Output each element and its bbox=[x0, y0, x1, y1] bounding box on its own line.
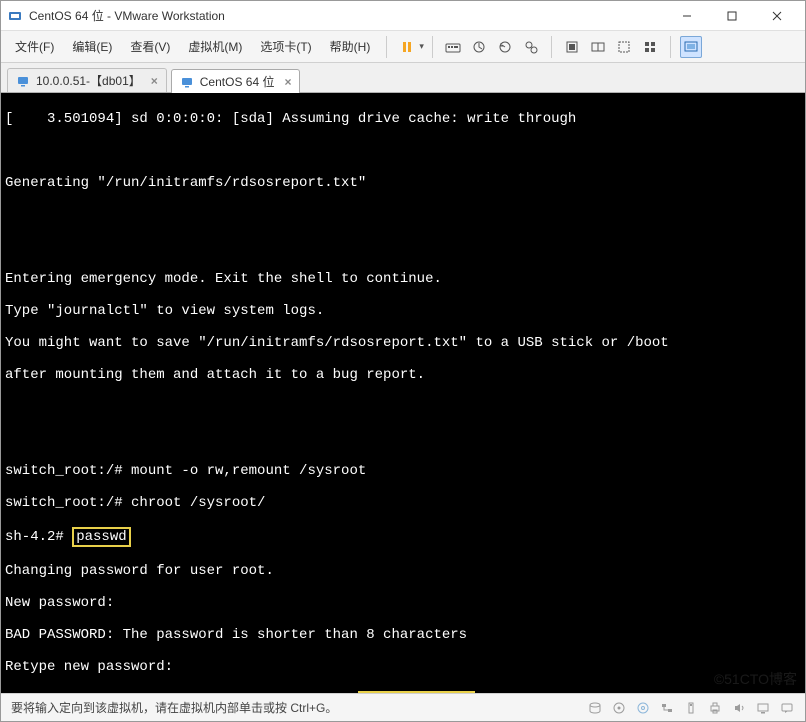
tab-close-icon[interactable]: × bbox=[284, 75, 291, 89]
menu-vm[interactable]: 虚拟机(M) bbox=[180, 34, 250, 59]
status-icons bbox=[587, 700, 795, 716]
tab-label: CentOS 64 位 bbox=[200, 73, 275, 90]
statusbar: 要将输入定向到该虚拟机，请在虚拟机内部单击或按 Ctrl+G。 bbox=[1, 693, 805, 721]
network-icon[interactable] bbox=[659, 700, 675, 716]
menu-tabs[interactable]: 选项卡(T) bbox=[252, 34, 319, 59]
send-ctrl-alt-del-button[interactable] bbox=[442, 36, 464, 58]
status-text: 要将输入定向到该虚拟机，请在虚拟机内部单击或按 Ctrl+G。 bbox=[11, 699, 577, 716]
terminal-line bbox=[5, 399, 801, 415]
terminal-line: You might want to save "/run/initramfs/r… bbox=[5, 335, 801, 351]
tab-close-icon[interactable]: × bbox=[151, 74, 158, 88]
chevron-down-icon[interactable]: ▾ bbox=[419, 41, 424, 52]
terminal-line bbox=[5, 431, 801, 447]
printer-icon[interactable] bbox=[707, 700, 723, 716]
snapshot-manager-button[interactable] bbox=[520, 36, 542, 58]
terminal-line: [ 3.501094] sd 0:0:0:0: [sda] Assuming d… bbox=[5, 111, 801, 127]
usb-icon[interactable] bbox=[683, 700, 699, 716]
separator bbox=[670, 36, 671, 58]
highlight-passwd: passwd bbox=[72, 527, 130, 547]
terminal-line: sh-4.2# passwd bbox=[5, 527, 801, 547]
vm-icon bbox=[16, 74, 30, 88]
sound-icon[interactable] bbox=[731, 700, 747, 716]
menu-view[interactable]: 查看(V) bbox=[122, 34, 178, 59]
terminal-line: Retype new password: bbox=[5, 659, 801, 675]
disk-icon[interactable] bbox=[587, 700, 603, 716]
minimize-button[interactable] bbox=[664, 2, 709, 30]
message-icon[interactable] bbox=[779, 700, 795, 716]
terminal-line: switch_root:/# mount -o rw,remount /sysr… bbox=[5, 463, 801, 479]
terminal-line: BAD PASSWORD: The password is shorter th… bbox=[5, 627, 801, 643]
terminal-line bbox=[5, 239, 801, 255]
highlight-successfully: successfully. bbox=[358, 691, 475, 693]
snapshot-revert-button[interactable] bbox=[494, 36, 516, 58]
tabbar: 10.0.0.51-【db01】 × CentOS 64 位 × bbox=[1, 63, 805, 93]
terminal-line: Entering emergency mode. Exit the shell … bbox=[5, 271, 801, 287]
prompt: sh-4.2# bbox=[5, 529, 72, 545]
terminal-line: Changing password for user root. bbox=[5, 563, 801, 579]
unity-button[interactable] bbox=[587, 36, 609, 58]
terminal-line: switch_root:/# chroot /sysroot/ bbox=[5, 495, 801, 511]
maximize-button[interactable] bbox=[709, 2, 754, 30]
terminal-line: passwd: all authentication tokens update… bbox=[5, 691, 801, 693]
stretch-guest-button[interactable] bbox=[680, 36, 702, 58]
window-title: CentOS 64 位 - VMware Workstation bbox=[29, 7, 664, 24]
pause-button[interactable] bbox=[396, 36, 418, 58]
display-icon[interactable] bbox=[755, 700, 771, 716]
menu-edit[interactable]: 编辑(E) bbox=[64, 34, 120, 59]
terminal-view[interactable]: [ 3.501094] sd 0:0:0:0: [sda] Assuming d… bbox=[1, 93, 805, 693]
menubar: 文件(F) 编辑(E) 查看(V) 虚拟机(M) 选项卡(T) 帮助(H) ▾ bbox=[1, 31, 805, 63]
menu-help[interactable]: 帮助(H) bbox=[322, 34, 379, 59]
separator bbox=[386, 36, 387, 58]
window-titlebar: CentOS 64 位 - VMware Workstation bbox=[1, 1, 805, 31]
app-icon bbox=[7, 8, 23, 24]
terminal-line bbox=[5, 207, 801, 223]
tab-db01[interactable]: 10.0.0.51-【db01】 × bbox=[7, 68, 167, 92]
hdd-icon[interactable] bbox=[611, 700, 627, 716]
close-button[interactable] bbox=[754, 2, 799, 30]
terminal-line: Generating "/run/initramfs/rdsosreport.t… bbox=[5, 175, 801, 191]
tab-label: 10.0.0.51-【db01】 bbox=[36, 72, 141, 89]
menu-file[interactable]: 文件(F) bbox=[7, 34, 62, 59]
tab-centos[interactable]: CentOS 64 位 × bbox=[171, 69, 301, 93]
terminal-line: Type "journalctl" to view system logs. bbox=[5, 303, 801, 319]
snapshot-button[interactable] bbox=[468, 36, 490, 58]
vm-icon bbox=[180, 75, 194, 89]
terminal-line: after mounting them and attach it to a b… bbox=[5, 367, 801, 383]
thumbnail-view-button[interactable] bbox=[639, 36, 661, 58]
fullscreen-button[interactable] bbox=[561, 36, 583, 58]
console-view-button[interactable] bbox=[613, 36, 635, 58]
terminal-line: New password: bbox=[5, 595, 801, 611]
separator bbox=[432, 36, 433, 58]
terminal-line bbox=[5, 143, 801, 159]
separator bbox=[551, 36, 552, 58]
cd-icon[interactable] bbox=[635, 700, 651, 716]
